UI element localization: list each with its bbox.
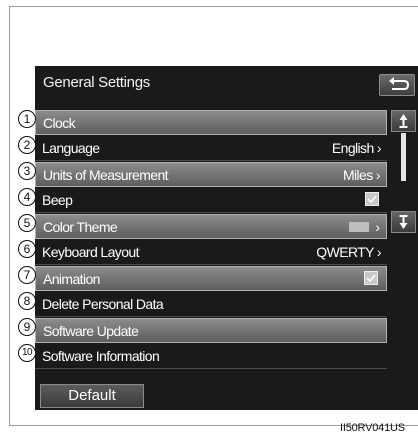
back-arrow-icon bbox=[389, 77, 410, 90]
units-value: Miles › bbox=[342, 167, 381, 183]
row-language[interactable]: Language English › bbox=[35, 136, 387, 161]
checkmark-icon bbox=[367, 195, 377, 204]
row-label: Keyboard Layout bbox=[42, 244, 139, 260]
row-label: Color Theme bbox=[43, 219, 118, 235]
image-code: II50RV041US bbox=[340, 422, 405, 434]
default-button[interactable]: Default bbox=[40, 384, 144, 408]
settings-screen: General Settings Clock Language English … bbox=[35, 66, 418, 410]
row-label: Delete Personal Data bbox=[42, 296, 164, 312]
row-label: Units of Measurement bbox=[43, 167, 169, 183]
animation-checkbox[interactable] bbox=[364, 271, 378, 285]
callout-2: 2 bbox=[18, 136, 36, 154]
row-software-info[interactable]: Software Information bbox=[35, 344, 387, 369]
scroll-down-icon bbox=[399, 215, 408, 229]
row-units[interactable]: Units of Measurement Miles › bbox=[35, 162, 387, 187]
row-label: Language bbox=[42, 140, 100, 156]
row-keyboard[interactable]: Keyboard Layout QWERTY › bbox=[35, 240, 387, 265]
row-label: Software Information bbox=[42, 348, 160, 364]
callout-8: 8 bbox=[18, 292, 36, 310]
scroll-up-button[interactable] bbox=[391, 110, 416, 132]
chevron-right-icon: › bbox=[375, 219, 380, 235]
callout-6: 6 bbox=[18, 240, 36, 258]
row-software-update[interactable]: Software Update bbox=[35, 318, 387, 343]
beep-checkbox[interactable] bbox=[365, 192, 379, 206]
row-clock[interactable]: Clock bbox=[35, 110, 387, 135]
header: General Settings bbox=[35, 66, 418, 102]
callout-9: 9 bbox=[18, 318, 36, 336]
callout-4: 4 bbox=[18, 188, 36, 206]
settings-list: Clock Language English › Units of Measur… bbox=[35, 110, 387, 370]
callout-10: 10 bbox=[18, 344, 36, 362]
keyboard-value: QWERTY › bbox=[316, 244, 381, 260]
scroll-up-icon bbox=[399, 114, 408, 128]
color-swatch bbox=[349, 222, 369, 232]
language-value: English › bbox=[331, 140, 382, 156]
callout-7: 7 bbox=[18, 266, 36, 284]
scroll-down-button[interactable] bbox=[391, 211, 416, 233]
row-beep[interactable]: Beep bbox=[35, 188, 387, 213]
row-label: Clock bbox=[43, 115, 76, 131]
row-color-theme[interactable]: Color Theme › bbox=[35, 214, 387, 239]
row-label: Animation bbox=[43, 271, 100, 287]
back-button[interactable] bbox=[379, 74, 415, 96]
scrollbar-thumb[interactable] bbox=[401, 133, 406, 181]
callout-1: 1 bbox=[18, 110, 36, 128]
callout-5: 5 bbox=[18, 214, 36, 232]
row-label: Beep bbox=[42, 192, 73, 208]
page-title: General Settings bbox=[43, 74, 150, 91]
row-animation[interactable]: Animation bbox=[35, 266, 387, 291]
callout-3: 3 bbox=[18, 162, 36, 180]
row-delete-data[interactable]: Delete Personal Data bbox=[35, 292, 387, 317]
row-label: Software Update bbox=[43, 323, 139, 339]
checkmark-icon bbox=[366, 274, 376, 283]
